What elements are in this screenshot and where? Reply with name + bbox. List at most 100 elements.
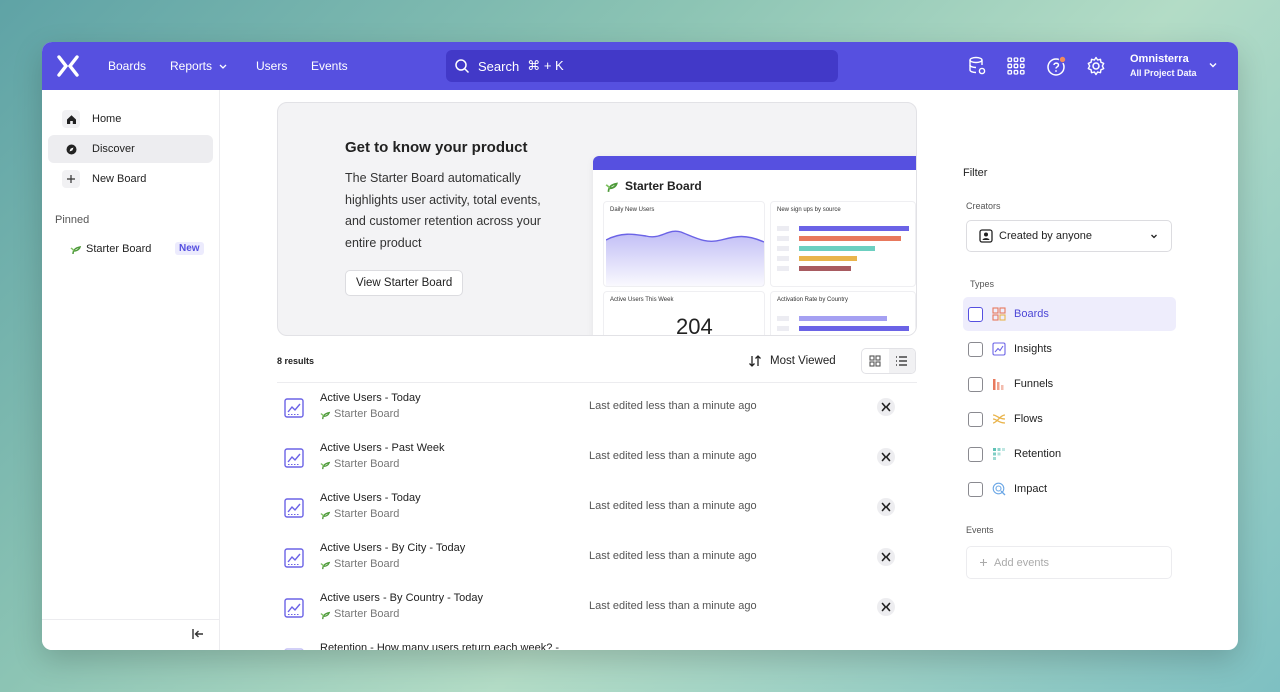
preview-card-title: Active Users This Week	[610, 297, 674, 303]
type-filter-retention[interactable]: Retention	[963, 437, 1176, 471]
result-title[interactable]: Retention - How many users return each w…	[320, 642, 559, 650]
sort-icon	[749, 355, 761, 367]
nav-reports[interactable]: Reports	[170, 58, 228, 74]
chevron-down-icon	[219, 64, 227, 69]
logo-icon	[881, 602, 891, 612]
result-board[interactable]: Starter Board	[320, 608, 399, 620]
plus-icon	[62, 170, 80, 188]
result-board[interactable]: Starter Board	[320, 508, 399, 520]
creators-label: Creators	[966, 201, 1001, 211]
creator-avatar[interactable]	[877, 398, 895, 416]
insights-icon	[284, 548, 304, 568]
type-checkbox[interactable]	[968, 306, 983, 322]
sprout-icon	[320, 611, 331, 619]
type-checkbox[interactable]	[968, 376, 983, 392]
type-filter-impact[interactable]: Impact	[963, 472, 1176, 506]
result-board[interactable]: Starter Board	[320, 558, 399, 570]
result-row[interactable]: Retention - How many users return each w…	[277, 642, 917, 650]
help-icon[interactable]	[1045, 55, 1067, 77]
sprout-icon	[605, 182, 618, 192]
starter-board-preview: Starter Board Daily New Users New sign u…	[593, 156, 916, 335]
creators-value: Created by anyone	[999, 230, 1092, 242]
results-divider	[277, 382, 917, 383]
nav-events[interactable]: Events	[311, 58, 348, 74]
result-row[interactable]: Active users - By Country - Today Starter…	[277, 592, 917, 642]
pinned-item-label: Starter Board	[86, 243, 152, 255]
result-last-edited: Last edited less than a minute ago	[589, 550, 757, 562]
gear-icon[interactable]	[1085, 55, 1107, 77]
preview-card-daily-new-users: Daily New Users	[603, 201, 765, 287]
type-checkbox[interactable]	[968, 446, 983, 462]
sidebar-item-new-board[interactable]: New Board	[48, 165, 213, 193]
preview-header-bar	[593, 156, 916, 170]
result-title[interactable]: Active users - By Country - Today	[320, 592, 483, 604]
type-label: Impact	[1014, 483, 1048, 495]
grid-view-button[interactable]	[862, 349, 889, 373]
creator-avatar[interactable]	[877, 448, 895, 466]
insights-icon	[284, 648, 304, 650]
impact-icon	[992, 482, 1006, 496]
type-filter-boards[interactable]: Boards	[963, 297, 1176, 331]
result-title[interactable]: Active Users - Today	[320, 492, 421, 504]
org-switcher[interactable]: Omnisterra All Project Data	[1130, 52, 1197, 80]
result-row[interactable]: Active Users - Past Week Starter Board Las…	[277, 442, 917, 492]
result-title[interactable]: Active Users - By City - Today	[320, 542, 465, 554]
result-row[interactable]: Active Users - Today Starter Board Last ed…	[277, 492, 917, 542]
list-view-button[interactable]	[888, 349, 915, 373]
list-view-icon	[896, 356, 908, 366]
add-events-button[interactable]: Add events	[966, 546, 1172, 579]
search-input[interactable]: Search ⌘ + K	[446, 50, 838, 82]
creator-avatar[interactable]	[877, 548, 895, 566]
logo-icon	[881, 452, 891, 462]
result-last-edited: Last edited less than a minute ago	[589, 500, 757, 512]
flows-icon	[992, 414, 1006, 424]
view-starter-board-button[interactable]: View Starter Board	[345, 270, 464, 296]
type-filter-flows[interactable]: Flows	[963, 402, 1176, 436]
result-board[interactable]: Starter Board	[320, 458, 399, 470]
collapse-sidebar-icon[interactable]	[191, 627, 205, 641]
sidebar: Home Discover New Board Pinned Starter B…	[42, 90, 220, 650]
result-last-edited: Last edited less than a minute ago	[589, 600, 757, 612]
result-board-label: Starter Board	[334, 408, 400, 420]
creators-select[interactable]: Created by anyone	[966, 220, 1172, 252]
nav-boards[interactable]: Boards	[108, 58, 146, 74]
type-filter-funnels[interactable]: Funnels	[963, 367, 1176, 401]
creator-avatar[interactable]	[877, 598, 895, 616]
type-filter-insights[interactable]: Insights	[963, 332, 1176, 366]
preview-card-title: Daily New Users	[610, 207, 655, 213]
result-title[interactable]: Active Users - Today	[320, 392, 421, 404]
logo-icon	[881, 502, 891, 512]
type-checkbox[interactable]	[968, 411, 983, 427]
type-checkbox[interactable]	[968, 481, 983, 497]
chevron-down-icon[interactable]	[1207, 59, 1219, 71]
sidebar-item-discover[interactable]: Discover	[48, 135, 213, 163]
result-row[interactable]: Active Users - Today Starter Board Last ed…	[277, 392, 917, 442]
logo-icon[interactable]	[56, 54, 80, 78]
sprout-icon	[320, 511, 331, 519]
nav-users[interactable]: Users	[256, 58, 287, 74]
result-board-label: Starter Board	[334, 558, 400, 570]
type-label: Flows	[1014, 413, 1043, 425]
retention-icon	[993, 448, 1005, 460]
home-icon	[62, 110, 80, 128]
result-board-label: Starter Board	[334, 458, 400, 470]
apps-grid-icon[interactable]	[1005, 55, 1027, 77]
sidebar-item-home[interactable]: Home	[48, 105, 213, 133]
result-last-edited: Last edited less than a minute ago	[589, 400, 757, 412]
result-row[interactable]: Active Users - By City - Today Starter Bo…	[277, 542, 917, 592]
creator-avatar[interactable]	[877, 498, 895, 516]
result-board[interactable]: Starter Board	[320, 408, 399, 420]
pinned-starter-board[interactable]: Starter Board	[70, 243, 151, 255]
sidebar-item-label: New Board	[92, 173, 147, 185]
type-checkbox[interactable]	[968, 341, 983, 357]
type-label: Insights	[1014, 343, 1052, 355]
new-badge: New	[175, 242, 204, 255]
insights-icon	[992, 342, 1006, 356]
result-title[interactable]: Active Users - Past Week	[320, 442, 445, 454]
database-settings-icon[interactable]	[966, 55, 988, 77]
type-label: Boards	[1014, 308, 1049, 320]
result-last-edited: Last edited less than a minute ago	[589, 450, 757, 462]
result-board-label: Starter Board	[334, 608, 400, 620]
sort-dropdown[interactable]: Most Viewed	[748, 354, 836, 368]
preview-card-title: New sign ups by source	[777, 207, 841, 213]
